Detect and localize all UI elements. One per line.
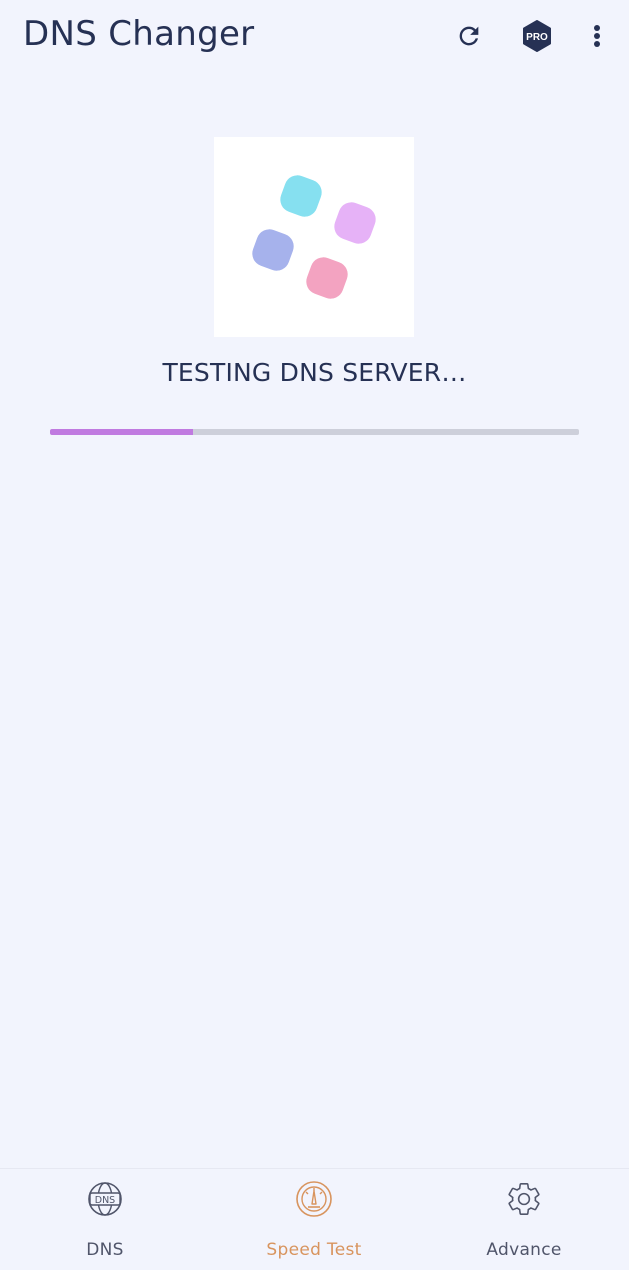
pro-button[interactable]: PRO	[515, 14, 559, 58]
dns-globe-icon: DNS	[85, 1179, 125, 1219]
nav-label-dns: DNS	[86, 1240, 124, 1260]
refresh-button[interactable]	[447, 14, 491, 58]
more-vert-icon	[594, 25, 600, 47]
nav-label-advance: Advance	[486, 1240, 562, 1260]
nav-item-dns[interactable]: DNS DNS	[25, 1169, 185, 1270]
pro-badge-icon: PRO	[523, 20, 551, 52]
nav-label-speed-test: Speed Test	[266, 1240, 362, 1260]
bottom-navigation: DNS DNS Speed Test Advance	[0, 1168, 629, 1270]
status-text: TESTING DNS SERVER…	[162, 358, 467, 387]
refresh-icon	[459, 26, 479, 46]
nav-item-speed-test[interactable]: Speed Test	[234, 1169, 394, 1270]
violet-dot	[334, 202, 376, 244]
svg-text:DNS: DNS	[95, 1195, 115, 1206]
cyan-dot	[280, 175, 322, 217]
app-bar: DNS Changer PRO	[0, 0, 629, 72]
blue-dot	[252, 229, 294, 271]
more-options-button[interactable]	[575, 14, 619, 58]
progress-bar	[50, 429, 579, 435]
app-title: DNS Changer	[23, 14, 255, 54]
progress-fill	[50, 429, 193, 435]
loading-animation	[214, 137, 414, 337]
speedometer-icon	[294, 1179, 334, 1219]
pink-dot	[306, 257, 348, 299]
loading-dots-icon	[252, 175, 376, 299]
nav-item-advance[interactable]: Advance	[444, 1169, 604, 1270]
svg-text:PRO: PRO	[526, 32, 548, 43]
gear-icon	[504, 1179, 544, 1219]
